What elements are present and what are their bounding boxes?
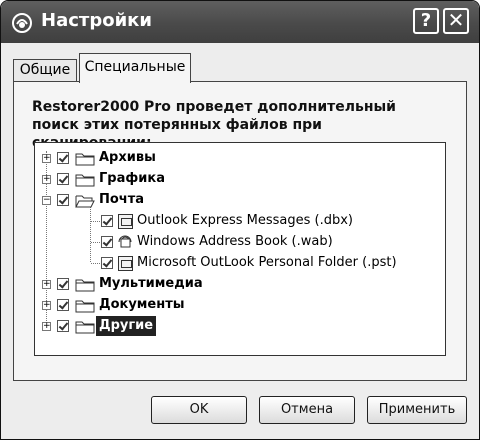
tree-item-address-book[interactable]: Windows Address Book (.wab) [35,232,445,252]
checkbox-outlook-pst[interactable] [101,257,113,269]
checkbox-documents[interactable] [57,299,69,311]
help-button[interactable]: ? [413,8,439,34]
tree-item-documents[interactable]: + Документы [35,295,445,315]
open-folder-icon [75,195,95,208]
window-title: Настройки [41,10,153,31]
tree-item-outlook-express[interactable]: Outlook Express Messages (.dbx) [35,211,445,231]
tree-item-other[interactable]: + Другие [35,316,445,336]
collapse-toggle[interactable]: − [42,196,51,205]
close-button[interactable]: ✕ [443,8,469,34]
expand-toggle[interactable]: + [42,280,51,289]
tree-item-label-selected: Другие [96,316,157,336]
tree-item-archives[interactable]: + Архивы [35,148,445,168]
settings-dialog: Настройки ? ✕ Общие Специальные Restorer… [0,0,480,440]
tree-item-label: Документы [99,297,185,312]
ok-button[interactable]: OK [151,396,247,424]
cancel-button[interactable]: Отмена [259,396,355,424]
folder-icon [75,321,95,334]
tree-item-label: Мультимедиа [99,276,203,291]
apply-button[interactable]: Применить [367,396,467,424]
checkbox-address-book[interactable] [101,236,113,248]
outlook-pst-file-icon [118,256,133,271]
tab-special[interactable]: Специальные [79,53,191,83]
checkbox-outlook-express[interactable] [101,215,113,227]
app-icon [12,13,32,33]
tree-item-label: Графика [99,171,165,186]
tree-item-label: Outlook Express Messages (.dbx) [137,213,353,228]
tree-item-label: Windows Address Book (.wab) [137,234,333,249]
address-book-icon [118,235,132,248]
tree-item-label: Почта [99,192,145,207]
checkbox-multimedia[interactable] [57,278,69,290]
checkbox-archives[interactable] [57,152,69,164]
tree-item-label: Архивы [99,150,156,165]
tree-item-graphics[interactable]: + Графика [35,169,445,189]
checkbox-graphics[interactable] [57,173,69,185]
expand-toggle[interactable]: + [42,154,51,163]
special-tab-panel: Restorer2000 Pro проведет дополнительный… [13,81,467,381]
tree-item-mail[interactable]: − Почта [35,190,445,210]
file-type-tree[interactable]: + Архивы + Графика − Почта Outlook Expre… [34,142,446,356]
expand-toggle[interactable]: + [42,175,51,184]
folder-icon [75,174,95,187]
folder-icon [75,153,95,166]
checkbox-other[interactable] [57,320,69,332]
checkbox-mail[interactable] [57,194,69,206]
folder-icon [75,279,95,292]
tree-item-multimedia[interactable]: + Мультимедиа [35,274,445,294]
tree-item-outlook-pst[interactable]: Microsoft OutLook Personal Folder (.pst) [35,253,445,273]
tab-general[interactable]: Общие [13,59,77,82]
folder-icon [75,300,95,313]
expand-toggle[interactable]: + [42,301,51,310]
outlook-express-file-icon [118,214,133,229]
expand-toggle[interactable]: + [42,322,51,331]
tree-item-label: Microsoft OutLook Personal Folder (.pst) [137,255,397,270]
title-bar[interactable]: Настройки ? ✕ [1,1,479,43]
